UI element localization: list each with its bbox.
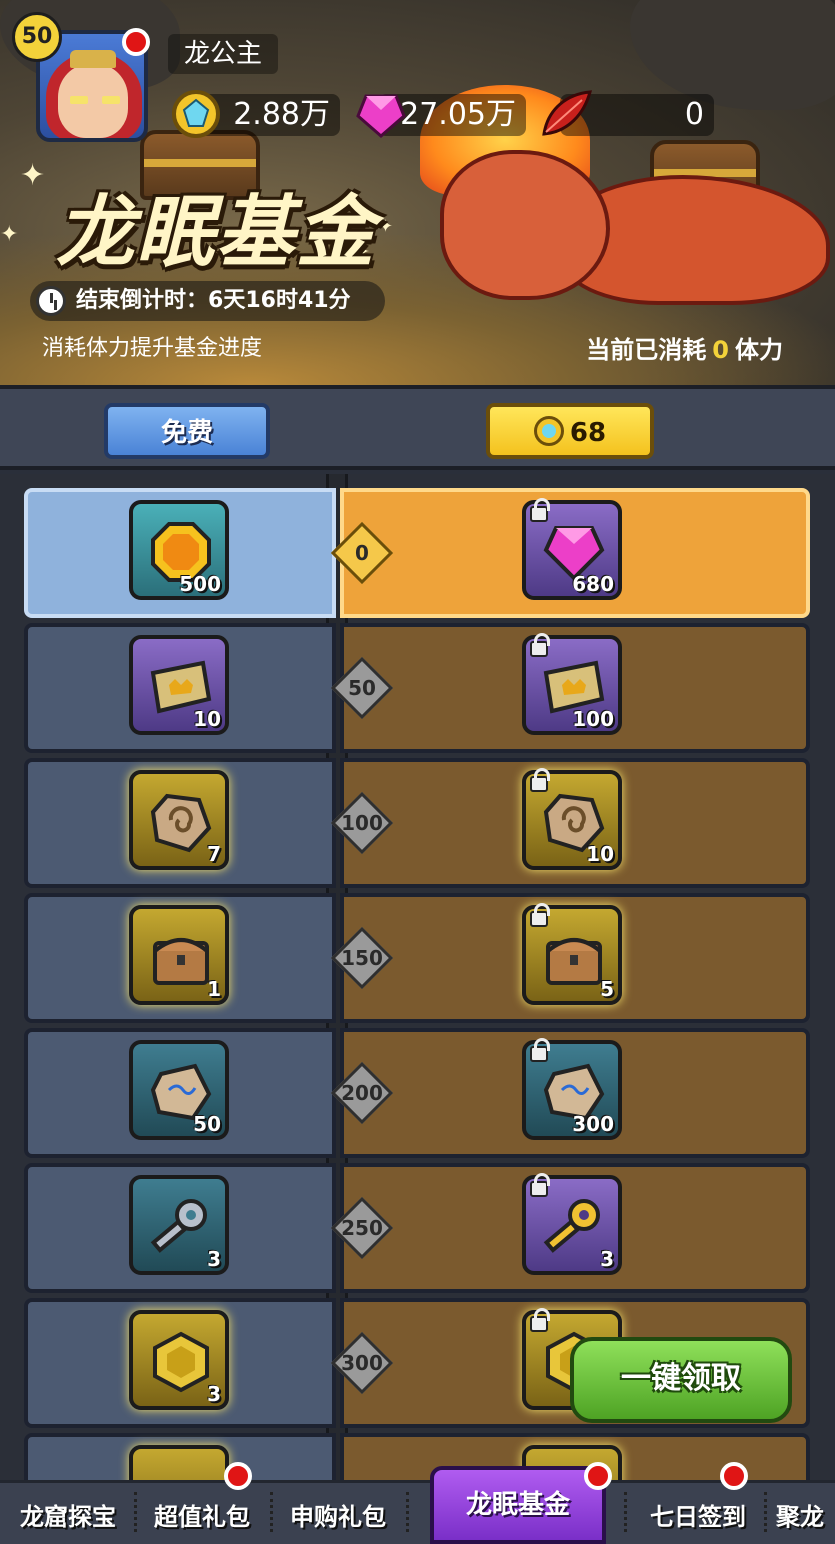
reward-row: 1 5 150 [24,893,810,1023]
gem-coin-icon [172,90,220,138]
reward-item-free[interactable]: 10 [129,635,229,735]
milestone-value: 250 [341,1216,383,1240]
free-tier-tab[interactable]: 免费 [104,403,270,459]
reward-item-free[interactable]: 50 [129,1040,229,1140]
notification-dot [584,1462,612,1490]
clock-icon [36,286,66,316]
player-name: 龙公主 [168,34,279,74]
event-title: 龙眠基金 [56,188,377,278]
gold-hexagon-icon [153,1331,209,1393]
nav-tab-gather-dragon[interactable]: 聚龙 [776,1494,835,1540]
reward-item-paid[interactable]: 100 [522,633,622,735]
sparkle-icon: ✦ [20,158,46,193]
reward-item-paid[interactable]: 3 [522,1173,622,1275]
tier-header: 免费 68 [0,385,835,470]
consumed-value: 0 [712,336,729,364]
milestone-value: 200 [341,1081,383,1105]
reward-list[interactable]: 500 680 0 10 100 50 7 10 100 1 5 150 50 … [0,474,835,1480]
lock-icon [530,903,550,927]
countdown-pill: 结束倒计时：6天16时41分 [30,281,385,321]
gem-coin-icon [533,415,564,446]
reward-item-free[interactable]: 3 [129,1310,229,1410]
event-description: 消耗体力提升基金进度 [42,336,263,361]
paid-tier-button[interactable]: 68 [486,403,654,459]
notification-dot [224,1462,252,1490]
lock-icon [530,633,550,657]
reward-row [24,1433,810,1480]
reward-item-free[interactable] [129,1445,229,1480]
reward-item-free[interactable]: 3 [129,1175,229,1275]
nav-tab-seven-day-signin[interactable]: 七日签到 [640,1494,756,1540]
notification-dot [122,28,150,56]
nav-tab-value-pack[interactable]: 超值礼包 [144,1494,260,1540]
lock-icon [530,1308,550,1332]
reward-item-paid[interactable]: 680 [522,498,622,600]
sparkle-icon: ✦ [0,222,19,247]
lock-icon [530,1038,550,1062]
lock-icon [530,768,550,792]
reward-row: 500 680 0 [24,488,810,618]
treasure-chest-icon [546,938,602,985]
silver-key-icon [150,1199,207,1253]
lock-icon [530,498,550,522]
milestone-value: 50 [348,676,376,700]
reward-row: 10 100 50 [24,623,810,753]
rune-stone-icon [150,793,212,853]
nav-tab-dragon-fund[interactable]: 龙眠基金 [430,1466,606,1544]
reward-item-free[interactable]: 7 [129,770,229,870]
milestone-value: 150 [341,946,383,970]
milestone-value: 300 [341,1351,383,1375]
claim-all-button[interactable]: 一键领取 [570,1337,792,1423]
reward-row: 7 10 100 [24,758,810,888]
reward-row: 50 300 200 [24,1028,810,1158]
notification-dot [720,1462,748,1490]
reward-item-free[interactable]: 1 [129,905,229,1005]
nav-tab-subscribe-pack[interactable]: 申购礼包 [280,1494,396,1540]
level-badge: 50 [12,12,62,62]
gold-key-icon [543,1199,600,1253]
milestone-value: 0 [355,541,369,565]
consumed-stamina: 当前已消耗 0 体力 [586,336,783,364]
pink-diamond-icon [356,94,406,138]
reward-item-free[interactable]: 500 [129,500,229,600]
lock-icon [530,1173,550,1197]
event-banner: 50 龙公主 2.88万 27.05万 0 ✦ ✦ ✦ ✦ 龙眠基金 结束倒计时… [0,0,835,385]
reward-item-paid[interactable]: 5 [522,903,622,1005]
milestone-value: 100 [341,811,383,835]
sparkle-icon: ✦ [378,216,394,237]
reward-item-paid[interactable]: 10 [522,768,622,870]
reward-row: 3 3 250 [24,1163,810,1293]
countdown-value: 6天16时41分 [208,288,351,313]
red-feather-icon [542,90,593,136]
nav-tab-dragon-cave[interactable]: 龙窟探宝 [10,1494,126,1540]
reward-item-paid[interactable]: 300 [522,1038,622,1140]
treasure-chest-icon [153,938,209,985]
